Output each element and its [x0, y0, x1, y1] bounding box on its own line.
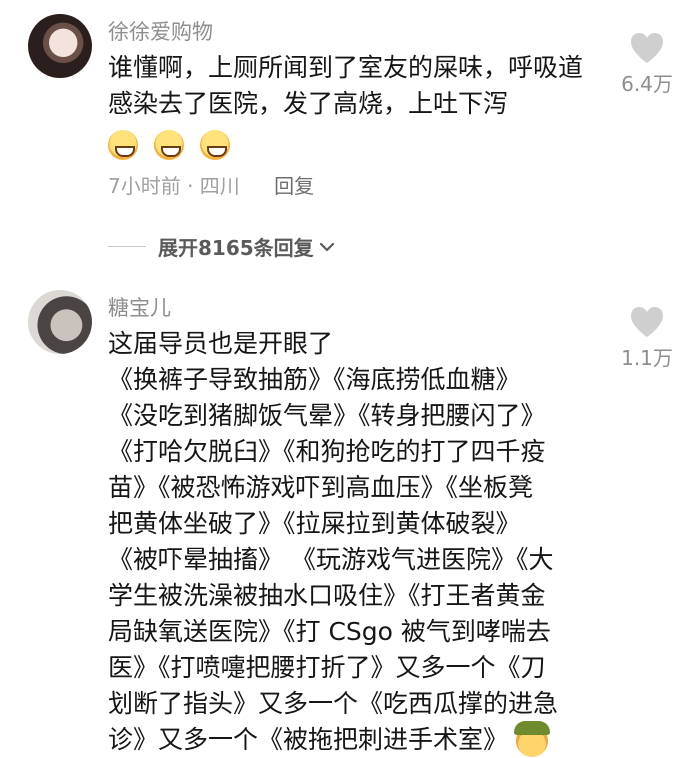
comment-line: 《被吓晕抽搐》 《玩游戏气进医院》《大 [108, 545, 554, 574]
grinning-sweat-emoji [153, 130, 184, 160]
comment-line: 学生被洗澡被抽水口吸住》《打王者黄金 [108, 581, 546, 610]
comment-text-content: 谁懂啊，上厕所闻到了室友的屎味，呼吸道感染去了医院，发了高烧，上吐下泻 [108, 53, 584, 118]
comment-text: 谁懂啊，上厕所闻到了室友的屎味，呼吸道感染去了医院，发了高烧，上吐下泻 [108, 50, 598, 162]
like-button[interactable]: 1.1万 [612, 306, 682, 371]
like-button[interactable]: 6.4万 [612, 32, 682, 97]
army-helmet-emoji [513, 721, 550, 757]
comment-line: 划断了指头》又多一个《吃西瓜撑的进急 [108, 689, 559, 718]
comment-text: 这届导员也是开眼了 《换裤子导致抽筋》《海底捞低血糖》 《没吃到猪脚饭气晕》《转… [108, 326, 598, 758]
comment-line: 这届导员也是开眼了 [108, 329, 334, 358]
grinning-sweat-emoji [108, 130, 138, 160]
chevron-down-icon [319, 242, 334, 251]
comment-line: 医》《打喷嚏把腰打折了》又多一个《刀 [108, 653, 546, 682]
expand-replies-button[interactable]: 展开8165条回复 [108, 232, 336, 261]
comment-item: 徐徐爱购物 谁懂啊，上厕所闻到了室友的屎味，呼吸道感染去了医院，发了高烧，上吐下… [0, 0, 690, 270]
avatar[interactable] [28, 14, 92, 78]
reply-button[interactable]: 回复 [274, 174, 314, 198]
comment-line: 把黄体坐破了》《拉屎拉到黄体破裂》 [108, 509, 521, 538]
grinning-sweat-emoji [199, 130, 230, 160]
comment-line: 诊》又多一个《被拖把刺进手术室》 [108, 725, 509, 754]
comment-item: 糖宝儿 这届导员也是开眼了 《换裤子导致抽筋》《海底捞低血糖》 《没吃到猪脚饭气… [0, 270, 690, 757]
avatar[interactable] [28, 290, 92, 354]
comment-line: 苗》《被恐怖游戏吓到高血压》《坐板凳 [108, 473, 534, 502]
emoji-row [108, 126, 598, 162]
like-count: 6.4万 [621, 72, 673, 96]
like-count: 1.1万 [621, 346, 673, 370]
heart-icon[interactable] [629, 306, 665, 338]
comment-line: 局缺氧送医院》《打 CSgo 被气到哮喘去 [108, 617, 551, 646]
comment-line: 《换裤子导致抽筋》《海底捞低血糖》 [108, 365, 521, 394]
divider-line [108, 246, 146, 247]
heart-icon[interactable] [629, 32, 665, 64]
comment-meta: 7小时前 · 四川 回复 [108, 170, 314, 199]
username[interactable]: 徐徐爱购物 [108, 16, 213, 46]
comment-line: 《打哈欠脱臼》《和狗抢吃的打了四千疫 [108, 437, 546, 466]
time-location: 7小时前 · 四川 [108, 174, 240, 198]
username[interactable]: 糖宝儿 [108, 292, 171, 322]
comment-line: 《没吃到猪脚饭气晕》《转身把腰闪了》 [108, 401, 546, 430]
expand-replies-label: 展开8165条回复 [158, 236, 314, 260]
